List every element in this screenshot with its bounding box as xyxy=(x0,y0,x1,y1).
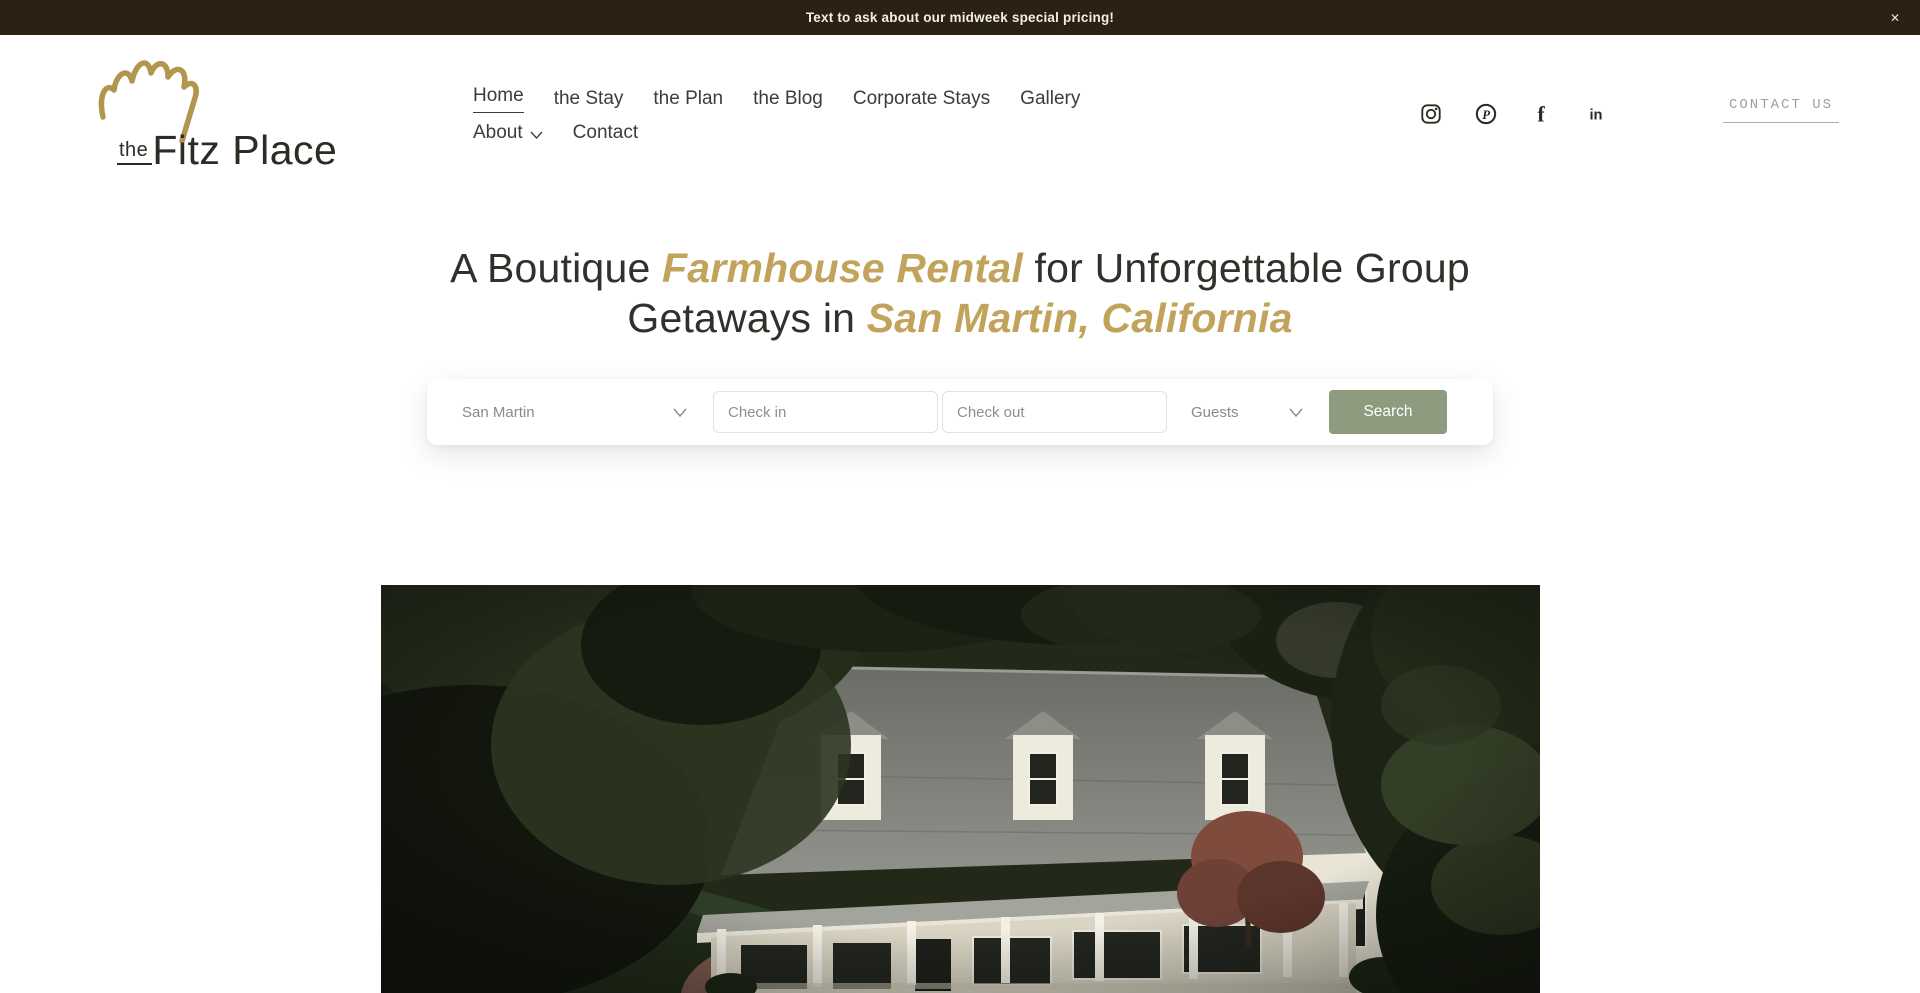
search-button[interactable]: Search xyxy=(1329,390,1447,434)
instagram-link[interactable] xyxy=(1420,103,1442,125)
hero-video[interactable] xyxy=(381,585,1540,993)
svg-text:P: P xyxy=(1482,108,1490,122)
chevron-down-icon xyxy=(530,131,543,139)
contact-us-button[interactable]: CONTACT US xyxy=(1723,97,1839,123)
svg-text:in: in xyxy=(1589,108,1602,124)
heading-accent-location: San Martin, California xyxy=(867,295,1293,341)
check-in-input[interactable] xyxy=(713,391,938,433)
nav-item-home[interactable]: Home xyxy=(473,85,524,113)
social-links: P f in xyxy=(1420,103,1607,125)
logo-text: theFitz Place xyxy=(117,127,337,174)
booking-search-bar: San Martin Guests Search xyxy=(427,379,1493,445)
guests-select[interactable]: Guests xyxy=(1191,404,1303,421)
close-icon[interactable]: ✕ xyxy=(1890,12,1900,24)
nav-item-about[interactable]: About xyxy=(473,122,543,144)
logo-name: Fitz Place xyxy=(152,127,337,173)
heading-text: A Boutique xyxy=(450,245,662,291)
nav-item-the-blog[interactable]: the Blog xyxy=(753,85,823,113)
nav-item-contact[interactable]: Contact xyxy=(573,122,638,144)
logo-prefix: the xyxy=(117,139,152,165)
facebook-link[interactable]: f xyxy=(1530,103,1552,125)
facebook-icon: f xyxy=(1530,103,1552,125)
pinterest-link[interactable]: P xyxy=(1475,103,1497,125)
instagram-icon xyxy=(1420,103,1442,125)
svg-text:f: f xyxy=(1537,103,1545,125)
page-title: A Boutique Farmhouse Rental for Unforget… xyxy=(410,243,1510,343)
announcement-bar: Text to ask about our midweek special pr… xyxy=(0,0,1920,35)
nav-item-corporate-stays[interactable]: Corporate Stays xyxy=(853,85,990,113)
nav-item-the-stay[interactable]: the Stay xyxy=(554,85,624,113)
linkedin-link[interactable]: in xyxy=(1585,103,1607,125)
check-out-input[interactable] xyxy=(942,391,1167,433)
chevron-down-icon xyxy=(673,408,687,417)
location-select[interactable]: San Martin xyxy=(462,404,687,421)
pinterest-icon: P xyxy=(1475,103,1497,125)
linkedin-icon: in xyxy=(1585,103,1607,125)
announcement-text: Text to ask about our midweek special pr… xyxy=(806,10,1114,25)
site-header: theFitz Place Home the Stay the Plan the… xyxy=(0,35,1920,215)
farmhouse-aerial-image xyxy=(381,585,1540,993)
guests-value: Guests xyxy=(1191,404,1239,421)
nav-item-gallery[interactable]: Gallery xyxy=(1020,85,1080,113)
nav-item-the-plan[interactable]: the Plan xyxy=(653,85,723,113)
chevron-down-icon xyxy=(1289,408,1303,417)
heading-accent-farmhouse-rental: Farmhouse Rental xyxy=(662,245,1023,291)
location-value: San Martin xyxy=(462,404,535,421)
main-nav: Home the Stay the Plan the Blog Corporat… xyxy=(473,85,1173,144)
